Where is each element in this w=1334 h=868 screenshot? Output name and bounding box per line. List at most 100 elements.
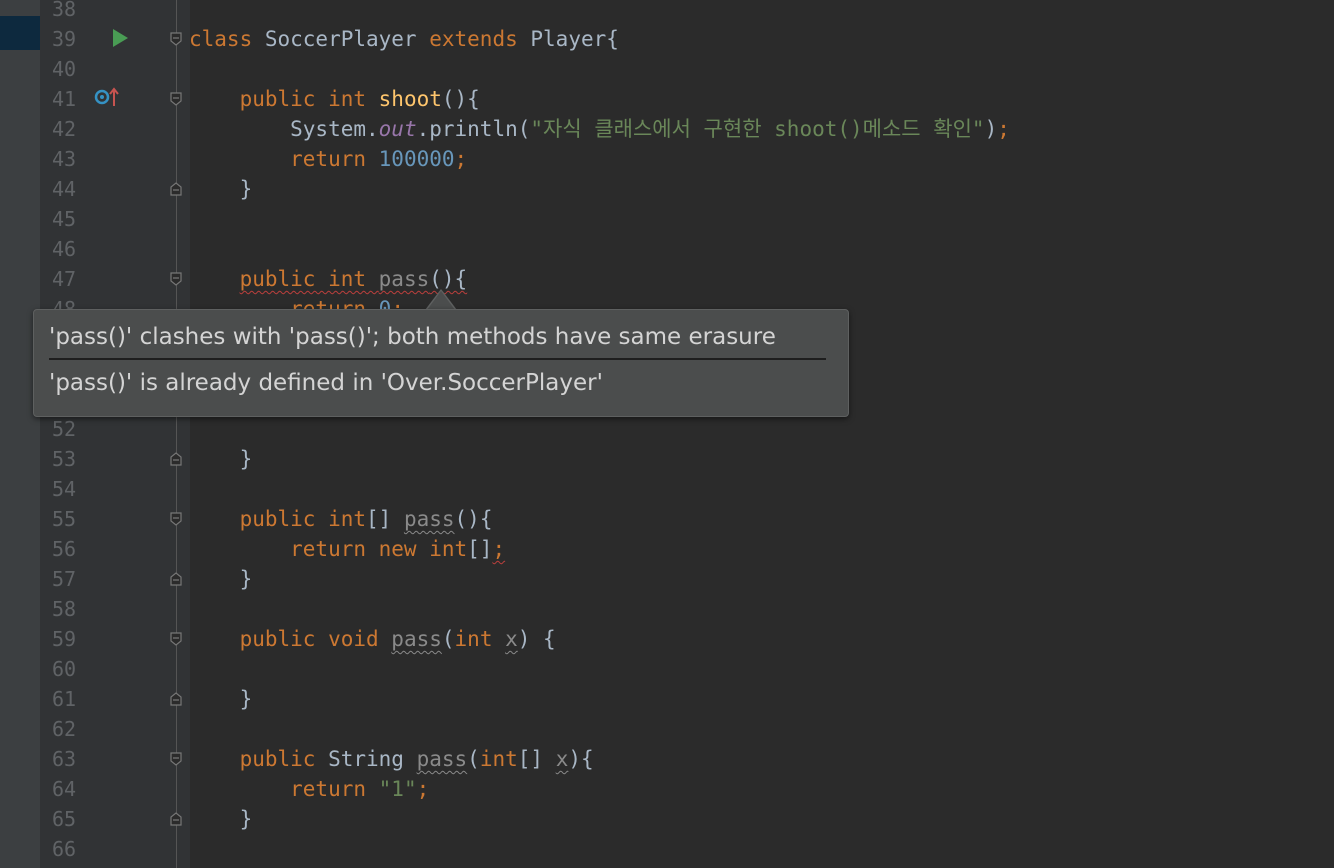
code-token: ) { (517, 627, 556, 651)
code-token: public int (189, 87, 379, 111)
code-token: (){ (441, 87, 480, 111)
code-line[interactable]: 63 public String pass(int[] x){ (0, 744, 1334, 774)
code-token: return (189, 147, 379, 171)
tooltip-arrow-fill (427, 291, 455, 310)
code-token: } (189, 807, 253, 831)
code-line[interactable]: 60 (0, 654, 1334, 684)
code-token: Player{ (530, 27, 619, 51)
code-line[interactable]: 64 return "1"; (0, 774, 1334, 804)
code-token: ){ (568, 747, 594, 771)
code-token: } (189, 447, 253, 471)
code-token: pass (416, 747, 468, 771)
fold-open-icon[interactable] (170, 272, 182, 286)
line-number: 43 (52, 147, 77, 171)
code-line[interactable]: 66 (0, 834, 1334, 864)
fold-open-icon[interactable] (170, 752, 182, 766)
code-token: public int (189, 507, 367, 531)
code-token: String (328, 747, 417, 771)
line-number: 53 (52, 447, 77, 471)
code-text[interactable]: } (189, 444, 253, 474)
line-number: 63 (52, 747, 77, 771)
code-token: "1" (378, 777, 417, 801)
code-text[interactable]: } (189, 804, 253, 834)
fold-open-icon[interactable] (170, 32, 182, 46)
fold-close-icon[interactable] (170, 452, 182, 466)
code-line[interactable]: 46 (0, 234, 1334, 264)
code-token: "자식 클래스에서 구현한 shoot()메소드 확인" (530, 117, 985, 141)
code-token: (){ (429, 267, 468, 291)
error-tooltip: 'pass()' clashes with 'pass()'; both met… (33, 309, 849, 417)
line-number: 59 (52, 627, 77, 651)
code-line[interactable]: 45 (0, 204, 1334, 234)
code-line[interactable]: 42 System.out.println("자식 클래스에서 구현한 shoo… (0, 114, 1334, 144)
code-line[interactable]: 59 public void pass(int x) { (0, 624, 1334, 654)
code-line[interactable]: 39 class SoccerPlayer extends Player{ (0, 24, 1334, 54)
line-number: 39 (52, 27, 77, 51)
fold-close-icon[interactable] (170, 692, 182, 706)
code-text[interactable]: public void pass(int x) { (189, 624, 556, 654)
line-number: 64 (52, 777, 77, 801)
code-token: (){ (454, 507, 493, 531)
code-line[interactable]: 54 (0, 474, 1334, 504)
line-number: 40 (52, 57, 77, 81)
code-text[interactable]: public String pass(int[] x){ (189, 744, 594, 774)
fold-close-icon[interactable] (170, 812, 182, 826)
code-token: ( (467, 747, 480, 771)
code-line[interactable]: 52 (0, 414, 1334, 444)
code-line[interactable]: 43 return 100000; (0, 144, 1334, 174)
code-line[interactable]: 44 } (0, 174, 1334, 204)
code-line[interactable]: 65 } (0, 804, 1334, 834)
code-token: ) (984, 117, 998, 141)
code-line[interactable]: 61 } (0, 684, 1334, 714)
code-token: shoot (378, 87, 442, 111)
line-number: 65 (52, 807, 77, 831)
code-line[interactable]: 55 public int[] pass(){ (0, 504, 1334, 534)
line-number: 58 (52, 597, 77, 621)
fold-open-icon[interactable] (170, 632, 182, 646)
code-line[interactable]: 41 public int shoot(){ (0, 84, 1334, 114)
code-token: int (454, 627, 506, 651)
code-text[interactable]: public int[] pass(){ (189, 504, 493, 534)
line-number: 45 (52, 207, 77, 231)
fold-open-icon[interactable] (170, 512, 182, 526)
line-number: 66 (52, 837, 77, 861)
code-text[interactable]: return 100000; (189, 144, 467, 174)
code-text[interactable]: public int shoot(){ (189, 84, 480, 114)
code-line[interactable]: 62 (0, 714, 1334, 744)
code-line[interactable]: 57 } (0, 564, 1334, 594)
code-line[interactable]: 53 } (0, 444, 1334, 474)
code-line[interactable]: 47 public int pass(){ (0, 264, 1334, 294)
code-line[interactable]: 56 return new int[]; (0, 534, 1334, 564)
code-text[interactable]: return new int[]; (189, 534, 505, 564)
fold-close-icon[interactable] (170, 182, 182, 196)
line-number: 56 (52, 537, 77, 561)
code-token: 100000 (378, 147, 455, 171)
code-token: System. (189, 117, 379, 141)
line-number: 57 (52, 567, 77, 591)
code-line[interactable]: 38 (0, 0, 1334, 24)
code-text[interactable]: } (189, 564, 253, 594)
code-text[interactable]: } (189, 684, 253, 714)
code-token: return (189, 777, 379, 801)
fold-open-icon[interactable] (170, 92, 182, 106)
code-text[interactable]: return "1"; (189, 774, 429, 804)
code-token: x (505, 627, 518, 651)
code-line[interactable]: 40 (0, 54, 1334, 84)
line-number: 62 (52, 717, 77, 741)
code-token: class (189, 27, 265, 51)
line-number: 61 (52, 687, 77, 711)
fold-close-icon[interactable] (170, 572, 182, 586)
code-text[interactable]: class SoccerPlayer extends Player{ (189, 24, 619, 54)
code-token: ; (492, 537, 506, 561)
code-text[interactable]: } (189, 174, 253, 204)
code-token: [] (517, 747, 556, 771)
code-token: return new int (189, 537, 468, 561)
tooltip-message-defined: 'pass()' is already defined in 'Over.Soc… (49, 370, 603, 396)
code-token: ( (441, 627, 455, 651)
code-text[interactable]: System.out.println("자식 클래스에서 구현한 shoot()… (189, 114, 1010, 144)
code-editor[interactable]: 38 39 class SoccerPlayer extends Player{ 40… (0, 0, 1334, 868)
code-line[interactable]: 58 (0, 594, 1334, 624)
code-token: .println( (416, 117, 531, 141)
code-token: } (189, 687, 253, 711)
line-number: 60 (52, 657, 77, 681)
